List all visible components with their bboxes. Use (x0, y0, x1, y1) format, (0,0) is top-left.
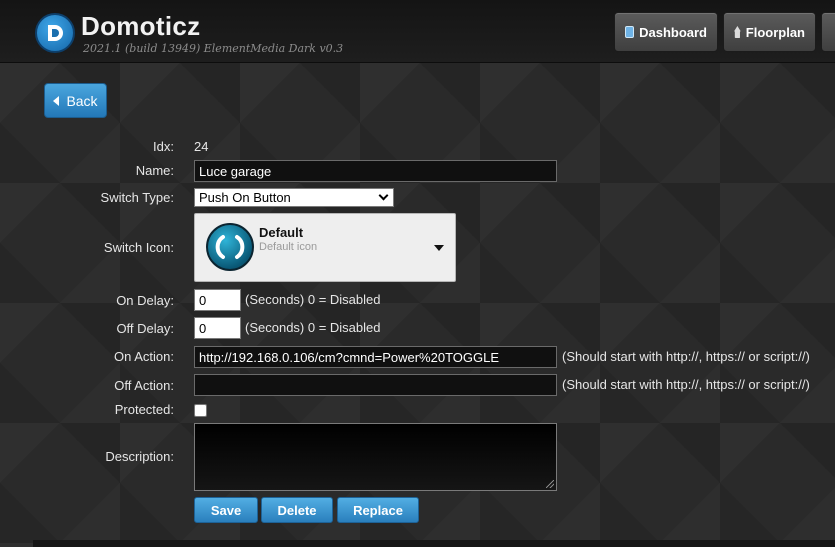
on-action-input[interactable]: http://192.168.0.106/cm?cmnd=Power%20TOG… (194, 346, 557, 368)
brand-subtitle: 2021.1 (build 13949) ElementMedia Dark v… (83, 42, 344, 55)
on-delay-label: On Delay: (116, 293, 174, 308)
save-button[interactable]: Save (194, 497, 258, 523)
protected-checkbox[interactable] (194, 404, 207, 417)
chevron-down-icon (378, 190, 389, 201)
delete-button[interactable]: Delete (261, 497, 333, 523)
idx-value: 24 (194, 139, 209, 154)
top-header: Domoticz 2021.1 (build 13949) ElementMed… (0, 0, 835, 63)
back-button[interactable]: Back (44, 83, 107, 118)
resize-grip-icon[interactable] (546, 480, 554, 488)
name-label: Name: (135, 163, 174, 178)
footer-bar (33, 540, 835, 547)
description-label: Description: (105, 449, 174, 464)
switch-type-selected: Push On Button (199, 190, 291, 205)
back-button-label: Back (66, 92, 98, 109)
protected-label: Protected: (114, 402, 174, 417)
off-action-hint: (Should start with http://, https:// or … (562, 377, 810, 392)
nav-more-button[interactable] (821, 12, 835, 52)
on-delay-hint: (Seconds) 0 = Disabled (245, 292, 381, 307)
name-input[interactable]: Luce garage (194, 160, 557, 182)
domoticz-logo-icon (35, 13, 75, 53)
dashboard-icon (625, 26, 635, 38)
dropdown-caret-icon (434, 245, 444, 251)
switch-type-select[interactable]: Push On Button (194, 188, 394, 207)
switch-type-label: Switch Type: (100, 190, 174, 205)
off-delay-label: Off Delay: (116, 321, 174, 336)
idx-label: Idx: (153, 139, 174, 154)
on-delay-input[interactable]: 0 (194, 289, 241, 311)
on-action-label: On Action: (114, 349, 174, 364)
nav-floorplan-button[interactable]: Floorplan (723, 12, 816, 52)
off-delay-input[interactable]: 0 (194, 317, 241, 339)
nav-dashboard-button[interactable]: Dashboard (614, 12, 718, 52)
switch-icon-title: Default (259, 225, 304, 240)
switch-icon-subtitle: Default icon (259, 241, 318, 253)
back-arrow-icon (53, 95, 60, 106)
nav-dashboard-label: Dashboard (639, 24, 707, 40)
off-action-label: Off Action: (114, 378, 174, 393)
on-action-hint: (Should start with http://, https:// or … (562, 349, 810, 364)
off-delay-hint: (Seconds) 0 = Disabled (245, 320, 381, 335)
floorplan-icon (734, 26, 741, 38)
description-textarea[interactable] (194, 423, 557, 491)
off-action-input[interactable] (194, 374, 557, 396)
brand-title: Domoticz (81, 11, 201, 41)
switch-icon-label: Switch Icon: (103, 240, 174, 255)
default-switch-icon (206, 223, 254, 271)
switch-icon-picker[interactable]: Default Default icon (194, 213, 456, 282)
nav-floorplan-label: Floorplan (745, 24, 805, 40)
replace-button[interactable]: Replace (337, 497, 419, 523)
